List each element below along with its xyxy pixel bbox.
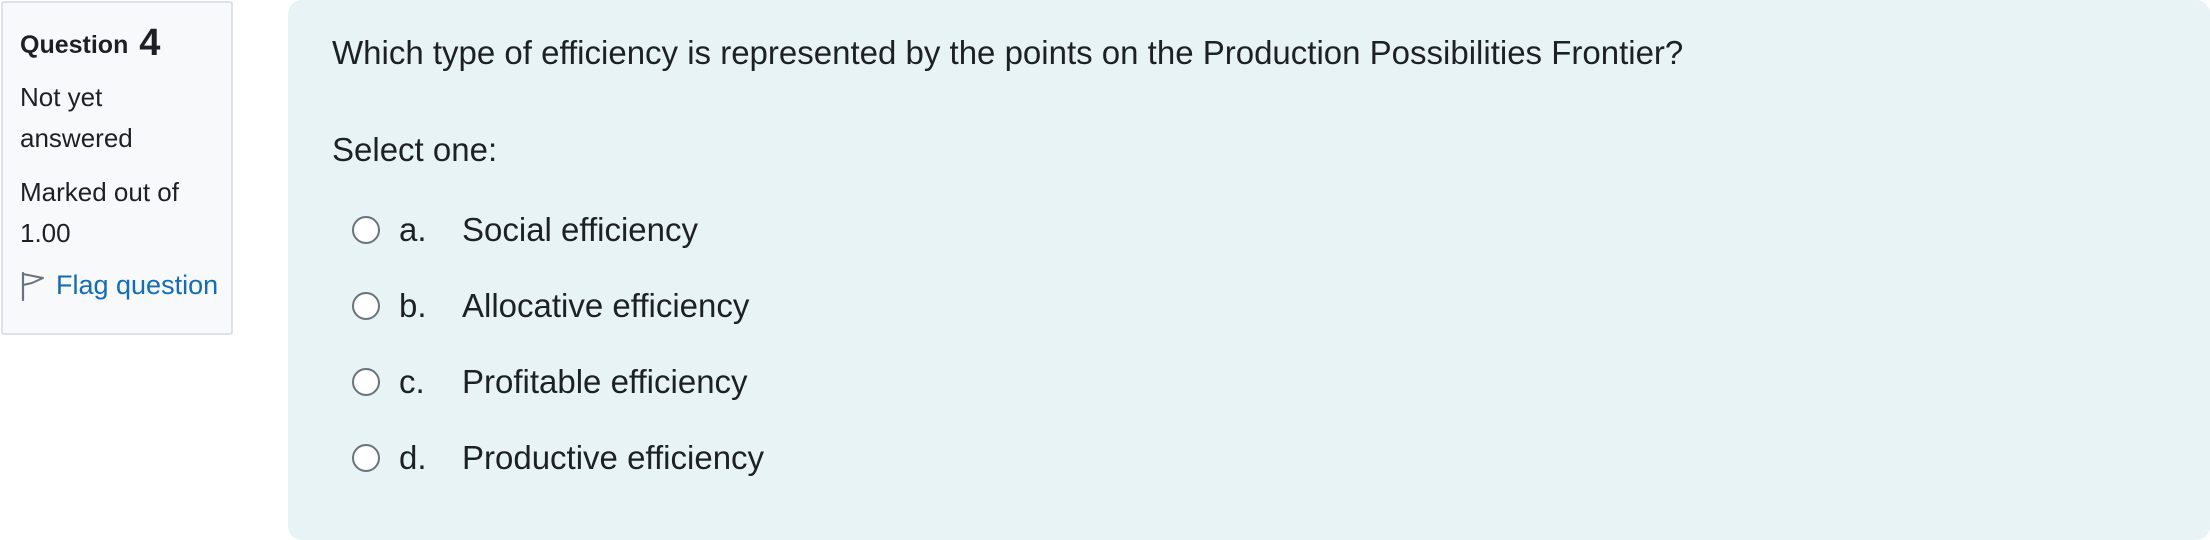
answer-option-a[interactable]: a. Social efficiency [352,192,764,268]
answer-label[interactable]: Productive efficiency [462,439,764,477]
answer-radio-b[interactable] [352,292,380,320]
answer-letter: b. [399,287,427,324]
answer-option-c[interactable]: c. Profitable efficiency [352,344,764,420]
answer-label[interactable]: Allocative efficiency [462,287,749,325]
question-text: Which type of efficiency is represented … [332,34,1684,71]
answer-radio-d[interactable] [352,444,380,472]
answer-radio-c[interactable] [352,368,380,396]
answer-letter: a. [399,211,427,248]
flag-question-button[interactable]: Flag question [20,270,219,301]
flag-icon [21,271,44,301]
question-info-panel: Question 4 Not yet answered Marked out o… [1,1,233,335]
question-label: Question [20,31,129,59]
question-state: Not yet answered [20,82,133,153]
answer-label[interactable]: Social efficiency [462,211,698,249]
answer-radio-a[interactable] [352,216,380,244]
flag-question-label: Flag question [56,270,219,300]
answer-option-b[interactable]: b. Allocative efficiency [352,268,764,344]
question-content: Which type of efficiency is represented … [288,0,2210,540]
answer-letter: c. [399,363,425,400]
question-heading: Question 4 [20,23,215,65]
question-number: 4 [139,22,161,64]
answer-prompt: Select one: [332,131,498,168]
answer-letter: d. [399,439,427,476]
answer-option-d[interactable]: d. Productive efficiency [352,420,764,496]
answer-list: a. Social efficiency b. Allocative effic… [352,192,764,496]
answer-label[interactable]: Profitable efficiency [462,363,748,401]
question-grade: Marked out of 1.00 [20,177,179,248]
